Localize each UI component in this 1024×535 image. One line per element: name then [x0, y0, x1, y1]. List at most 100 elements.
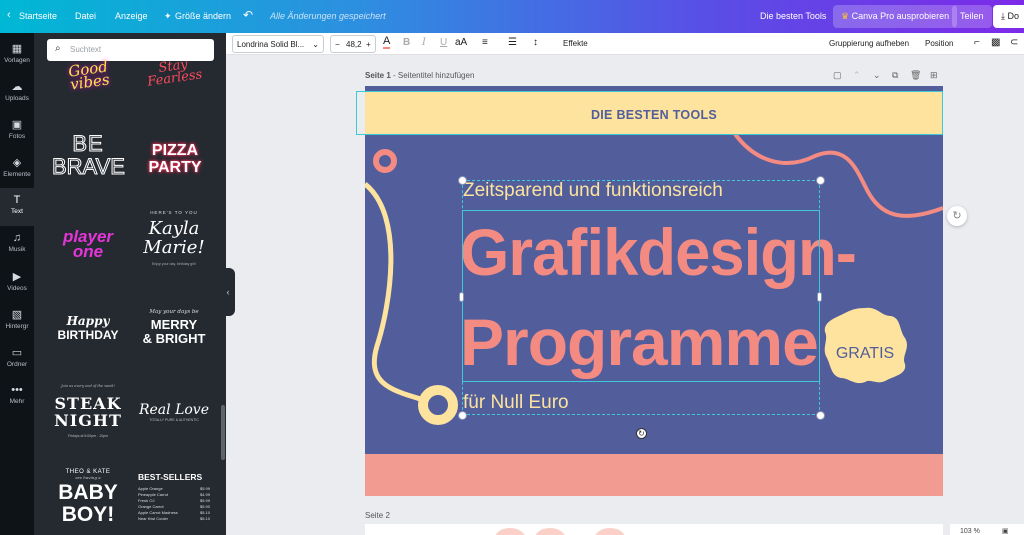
menu-item-name: Apple Carrot Madness	[138, 509, 178, 515]
folder-icon: ▭	[11, 347, 23, 359]
position-button[interactable]: Position	[925, 39, 953, 48]
rail-item-videos[interactable]: ▶ Videos	[0, 264, 34, 302]
home-link[interactable]: Startseite	[19, 11, 57, 21]
case-button[interactable]: aA	[455, 37, 467, 48]
size-decrease-button[interactable]: −	[335, 40, 340, 49]
rail-item-background[interactable]: ▧ Hintergr	[0, 302, 34, 340]
resize-handle[interactable]	[459, 412, 466, 419]
baby-text: BABY	[58, 481, 118, 504]
menu-item-price: $5.10	[199, 515, 210, 521]
paint-roller-icon[interactable]: ⌐	[974, 37, 980, 48]
gratis-badge-text[interactable]: GRATIS	[821, 345, 909, 363]
resize-handle[interactable]	[817, 177, 824, 184]
best-sellers-text: BEST-SELLERS	[138, 472, 203, 482]
underline-button[interactable]: U	[440, 37, 447, 48]
text-template-real-love[interactable]: Real Love TOTALLY PURE & AUTHENTIC	[134, 403, 214, 433]
rail-item-folder[interactable]: ▭ Ordner	[0, 340, 34, 378]
more-icon: •••	[11, 384, 23, 396]
text-selection-box[interactable]	[462, 210, 820, 382]
rail-item-text[interactable]: T Text	[0, 188, 34, 226]
background-icon: ▧	[11, 309, 23, 321]
page-2-label[interactable]: Seite 2	[365, 511, 390, 520]
text-template-pizza-party[interactable]: PIZZA PARTY	[140, 143, 210, 183]
link-icon[interactable]: ⊂	[1010, 37, 1018, 48]
text-template-steak-night[interactable]: Join us every end of the week! STEAK NIG…	[48, 384, 128, 445]
top-bar: ‹ Startseite Datei Anzeige ✦ Größe änder…	[0, 0, 1024, 33]
try-pro-button[interactable]: ♛ Canva Pro ausprobieren	[833, 5, 958, 28]
download-button[interactable]: ⤓ Do	[993, 5, 1024, 28]
zoom-value: 103 %	[960, 528, 980, 535]
page-1-label[interactable]: Seite 1 - Seitentitel hinzufügen	[365, 71, 474, 80]
download-icon: ⤓	[1001, 11, 1005, 21]
collapse-panel-button[interactable]: ‹	[221, 268, 235, 316]
text-color-icon[interactable]: A	[383, 36, 391, 49]
rail-item-more[interactable]: ••• Mehr	[0, 378, 34, 416]
page-2-canvas[interactable]	[365, 524, 943, 535]
design-canvas[interactable]: DIE BESTEN TOOLS GRATIS Zeitsparend und …	[365, 86, 943, 496]
back-chevron-icon[interactable]: ‹	[7, 9, 11, 21]
bottom-band[interactable]	[365, 454, 943, 496]
text-template-best-sellers[interactable]: BEST-SELLERS Apple Orange $5.99 Pineapple…	[138, 473, 210, 533]
page-title-input[interactable]: - Seitentitel hinzufügen	[391, 71, 474, 80]
add-page-icon[interactable]: ⊞	[930, 70, 938, 81]
text-template-player-one[interactable]: player one	[52, 228, 124, 268]
effects-button[interactable]: Effekte	[563, 39, 588, 48]
align-icon[interactable]: ≡	[482, 37, 488, 48]
grid-view-icon[interactable]: ▣	[1002, 528, 1009, 535]
text-template-be-brave[interactable]: BE BRAVE	[52, 131, 126, 183]
text-template-kayla-marie[interactable]: HERE'S TO YOU Kayla Marie! Enjoy your da…	[136, 210, 212, 279]
side-handle[interactable]	[460, 293, 463, 301]
sparkle-icon: ✦	[164, 11, 172, 21]
try-pro-label: Canva Pro ausprobieren	[851, 11, 950, 21]
resize-handle[interactable]	[459, 177, 466, 184]
yellow-curve	[365, 182, 428, 404]
font-size-input[interactable]: 48,2	[346, 40, 362, 49]
design-title[interactable]: Die besten Tools	[760, 11, 826, 21]
side-handle[interactable]	[818, 293, 821, 301]
text-template-merry-bright[interactable]: May your days be MERRY & BRIGHT	[134, 309, 214, 350]
delete-icon[interactable]: 🗑	[910, 70, 921, 81]
heres-to-you-text: HERE'S TO YOU	[150, 210, 198, 215]
rail-item-label: Musik	[8, 246, 26, 253]
rotate-icon[interactable]: ↻	[636, 428, 647, 439]
resize-handle[interactable]	[817, 412, 824, 419]
menu-item: Near Kiwi Cooler $5.10	[138, 515, 210, 521]
resize-button[interactable]: Größe ändern	[175, 11, 231, 21]
rail-item-music[interactable]: ♫ Musik	[0, 226, 34, 264]
rail-item-elements[interactable]: ◈ Elemente	[0, 150, 34, 188]
font-dropdown[interactable]: Londrina Solid Bl... ⌄	[232, 35, 324, 53]
chevron-up-icon[interactable]: ⌃	[853, 70, 861, 81]
duplicate-icon[interactable]: ⧉	[892, 70, 898, 81]
menu-item-price: $4.99	[199, 491, 210, 497]
zoom-level[interactable]: 103 % ▣	[950, 524, 1024, 535]
text-template-stay-fearless[interactable]: Stay Fearless	[136, 55, 211, 91]
chevron-down-icon[interactable]: ⌄	[873, 70, 881, 81]
italic-button[interactable]: I	[422, 37, 426, 48]
transparency-icon[interactable]: ▩	[991, 37, 1000, 48]
font-size-stepper[interactable]: − 48,2 +	[330, 35, 376, 53]
view-menu[interactable]: Anzeige	[115, 11, 148, 21]
text-template-baby-boy[interactable]: THEO & KATE are having a BABY BOY!	[48, 469, 128, 535]
file-menu[interactable]: Datei	[75, 11, 96, 21]
search-icon: ⌕	[55, 43, 61, 54]
refresh-icon[interactable]: ↻	[947, 206, 967, 226]
text-template-happy-birthday[interactable]: Happy BIRTHDAY	[48, 315, 128, 349]
text-template-good-vibes[interactable]: Good vibes	[54, 55, 124, 93]
size-increase-button[interactable]: +	[366, 40, 371, 49]
menu-item-price: $5.99	[199, 485, 210, 491]
crown-icon: ♛	[841, 11, 850, 21]
bold-button[interactable]: B	[403, 37, 410, 48]
undo-icon[interactable]: ↶	[243, 8, 253, 22]
panel-scrollbar[interactable]	[221, 405, 225, 460]
rail-item-uploads[interactable]: ☁ Uploads	[0, 74, 34, 112]
search-input[interactable]: Suchtext	[70, 45, 101, 54]
share-button[interactable]: Teilen	[952, 5, 992, 28]
spacing-icon[interactable]: ↕	[533, 37, 538, 48]
notes-icon[interactable]: ▢	[833, 70, 842, 81]
rail-item-photos[interactable]: ▣ Fotos	[0, 112, 34, 150]
ungroup-button[interactable]: Gruppierung aufheben	[829, 39, 909, 48]
be-text: BE	[72, 131, 104, 156]
party-text: PARTY	[148, 159, 202, 176]
list-icon[interactable]: ☰	[508, 37, 517, 48]
rail-item-templates[interactable]: ▦ Vorlagen	[0, 36, 34, 74]
